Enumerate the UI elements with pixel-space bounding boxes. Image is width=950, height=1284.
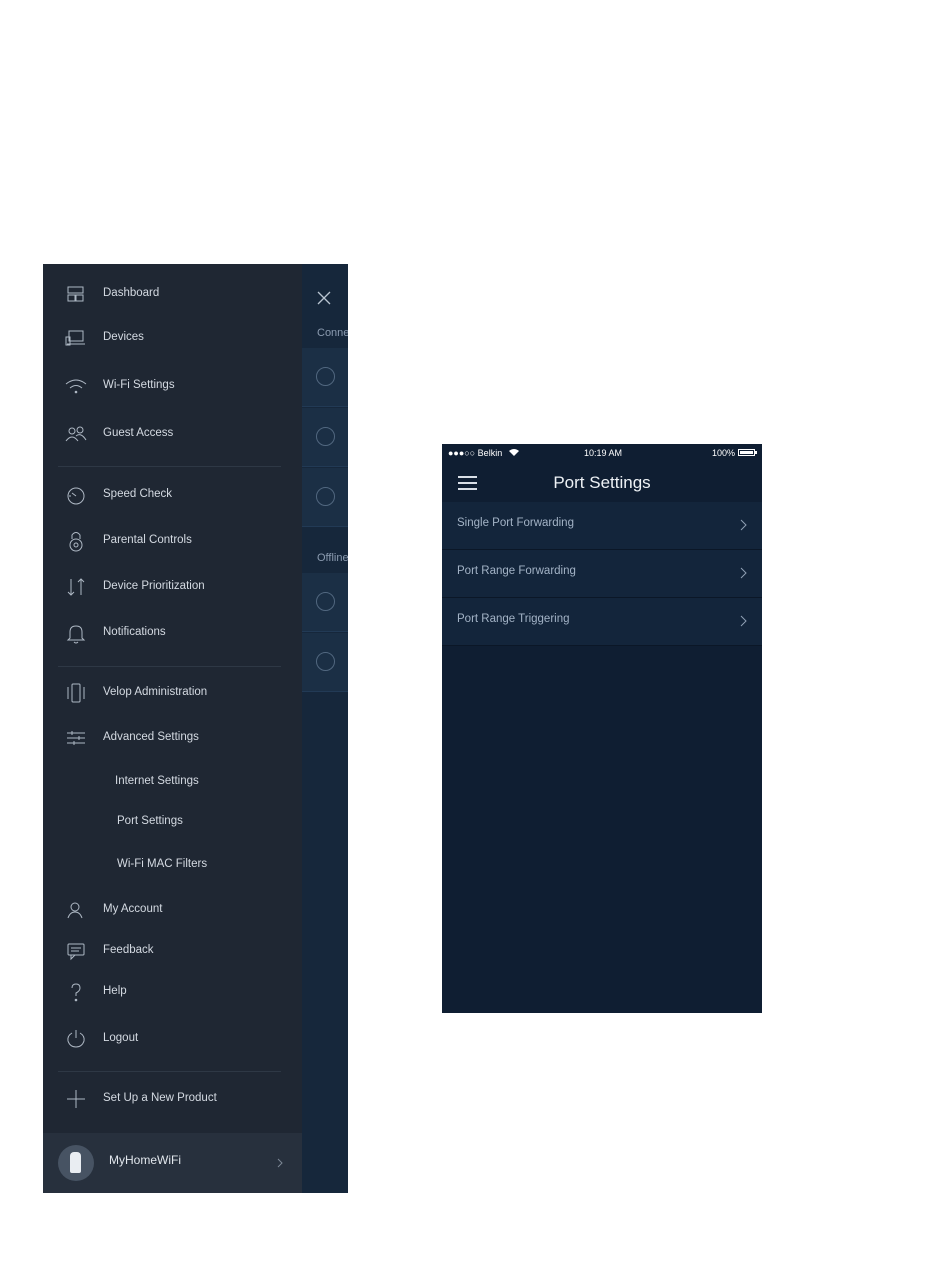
menu-item-label: Notifications bbox=[103, 626, 166, 638]
menu-item-label: Wi-Fi Settings bbox=[103, 379, 175, 391]
network-name: MyHomeWiFi bbox=[109, 1153, 181, 1167]
submenu-item-port-settings[interactable]: Port Settings bbox=[117, 815, 183, 827]
battery-icon bbox=[738, 449, 755, 456]
status-time: 10:19 AM bbox=[584, 448, 623, 458]
device-row[interactable] bbox=[302, 633, 348, 692]
menu-item-label: Guest Access bbox=[103, 427, 174, 439]
user-icon bbox=[64, 898, 88, 922]
devices-icon bbox=[64, 326, 88, 350]
port-settings-screen: ●●●○○ Belkin 10:19 AM 100% Port Settings… bbox=[442, 444, 762, 1013]
menu-item-feedback[interactable]: Feedback bbox=[43, 936, 302, 966]
menu-item-label: Help bbox=[103, 985, 127, 997]
guest-access-icon bbox=[64, 422, 88, 446]
battery-nub bbox=[755, 451, 757, 454]
speed-check-icon bbox=[64, 483, 88, 507]
menu-item-speed-check[interactable]: Speed Check bbox=[43, 480, 302, 510]
help-icon bbox=[64, 980, 88, 1004]
status-bar: ●●●○○ Belkin 10:19 AM 100% bbox=[442, 444, 762, 462]
menu-item-label: Devices bbox=[103, 331, 144, 343]
velop-node-icon bbox=[70, 1152, 81, 1173]
row-label: Port Range Triggering bbox=[457, 613, 570, 625]
side-menu-screen: Conne Offline Dashboard Devices Wi-Fi Se… bbox=[43, 264, 348, 1193]
menu-item-setup-new-product[interactable]: Set Up a New Product bbox=[43, 1084, 302, 1114]
chevron-right-icon bbox=[740, 567, 747, 579]
device-status-icon bbox=[316, 592, 335, 611]
menu-item-label: Velop Administration bbox=[103, 686, 208, 698]
menu-item-wifi-settings[interactable]: Wi-Fi Settings bbox=[43, 371, 302, 401]
page-title: Port Settings bbox=[553, 473, 651, 492]
chevron-right-icon bbox=[277, 1158, 283, 1168]
power-icon bbox=[64, 1027, 88, 1051]
device-status-icon bbox=[316, 427, 335, 446]
network-switcher[interactable]: MyHomeWiFi bbox=[43, 1133, 302, 1193]
menu-divider bbox=[58, 666, 281, 667]
device-row[interactable] bbox=[302, 573, 348, 632]
dashboard-icon bbox=[64, 282, 88, 306]
menu-item-label: Advanced Settings bbox=[103, 731, 199, 743]
menu-item-dashboard[interactable]: Dashboard bbox=[43, 279, 302, 309]
menu-item-label: Set Up a New Product bbox=[103, 1092, 217, 1104]
menu-item-label: Feedback bbox=[103, 944, 154, 956]
connected-section-label: Conne bbox=[317, 327, 348, 339]
device-row[interactable] bbox=[302, 348, 348, 407]
node-avatar bbox=[58, 1145, 94, 1181]
submenu-item-internet-settings[interactable]: Internet Settings bbox=[115, 775, 199, 787]
device-status-icon bbox=[316, 487, 335, 506]
menu-item-label: Speed Check bbox=[103, 488, 173, 500]
devices-screen-behind: Conne Offline bbox=[302, 264, 348, 1193]
row-label: Port Range Forwarding bbox=[457, 565, 576, 577]
menu-item-advanced-settings[interactable]: Advanced Settings bbox=[43, 723, 302, 753]
device-prioritization-icon bbox=[64, 575, 88, 599]
menu-item-label: My Account bbox=[103, 903, 163, 915]
bell-icon bbox=[64, 621, 88, 645]
row-port-range-triggering[interactable]: Port Range Triggering bbox=[442, 598, 762, 646]
chevron-right-icon bbox=[740, 615, 747, 627]
menu-item-devices[interactable]: Devices bbox=[43, 323, 302, 353]
row-single-port-forwarding[interactable]: Single Port Forwarding bbox=[442, 502, 762, 550]
sliders-icon bbox=[64, 726, 88, 750]
menu-item-label: Dashboard bbox=[103, 287, 160, 299]
chevron-right-icon bbox=[740, 519, 747, 531]
navigation-drawer: Dashboard Devices Wi-Fi Settings Guest A… bbox=[43, 264, 302, 1193]
velop-admin-icon bbox=[64, 681, 88, 705]
battery-percent: 100% bbox=[712, 448, 736, 458]
wifi-signal-icon bbox=[509, 449, 519, 456]
carrier-label: ●●●○○ Belkin bbox=[448, 448, 503, 458]
row-label: Single Port Forwarding bbox=[457, 517, 574, 529]
row-port-range-forwarding[interactable]: Port Range Forwarding bbox=[442, 550, 762, 598]
wifi-icon bbox=[64, 374, 88, 398]
device-row[interactable] bbox=[302, 468, 348, 527]
menu-item-logout[interactable]: Logout bbox=[43, 1024, 302, 1054]
offline-section-label: Offline bbox=[317, 552, 348, 564]
menu-divider bbox=[58, 1071, 281, 1072]
parental-controls-icon bbox=[64, 529, 88, 553]
menu-item-label: Parental Controls bbox=[103, 534, 192, 546]
menu-item-my-account[interactable]: My Account bbox=[43, 895, 302, 925]
menu-item-help[interactable]: Help bbox=[43, 977, 302, 1007]
device-status-icon bbox=[316, 652, 335, 671]
menu-item-guest-access[interactable]: Guest Access bbox=[43, 419, 302, 449]
menu-item-notifications[interactable]: Notifications bbox=[43, 618, 302, 648]
menu-item-velop-administration[interactable]: Velop Administration bbox=[43, 678, 302, 708]
menu-item-parental-controls[interactable]: Parental Controls bbox=[43, 526, 302, 556]
plus-icon bbox=[64, 1087, 88, 1111]
device-status-icon bbox=[316, 367, 335, 386]
feedback-icon bbox=[64, 939, 88, 963]
menu-divider bbox=[58, 466, 281, 467]
menu-item-label: Device Prioritization bbox=[103, 580, 205, 592]
submenu-item-wifi-mac-filters[interactable]: Wi-Fi MAC Filters bbox=[117, 858, 207, 870]
device-row[interactable] bbox=[302, 408, 348, 467]
menu-item-label: Logout bbox=[103, 1032, 139, 1044]
menu-item-device-prioritization[interactable]: Device Prioritization bbox=[43, 572, 302, 602]
close-icon[interactable] bbox=[316, 290, 332, 306]
